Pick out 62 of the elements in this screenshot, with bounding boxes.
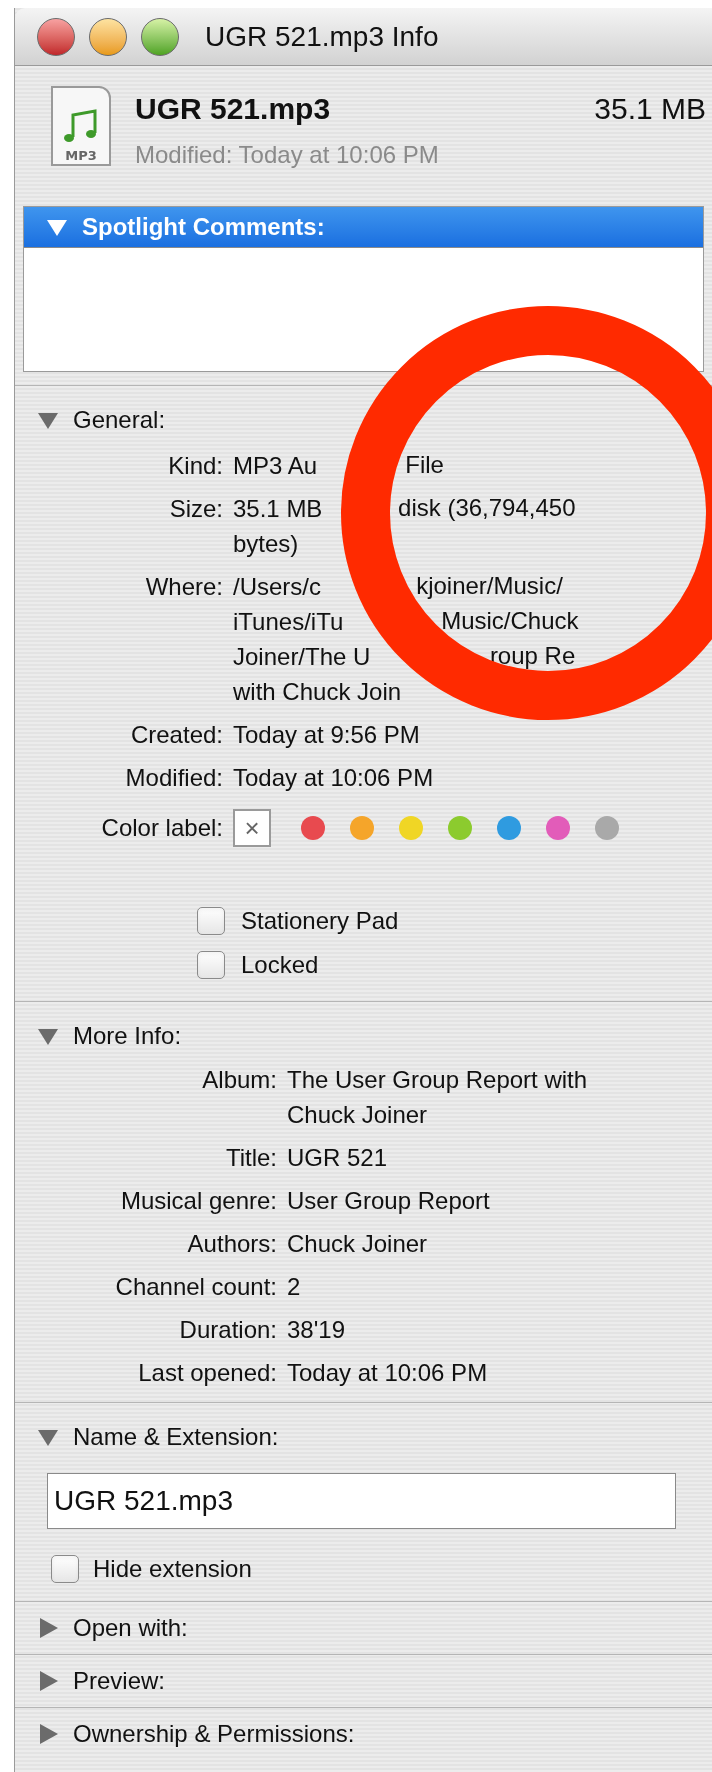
field-label: Kind: <box>167 451 224 481</box>
checkbox[interactable] <box>197 951 225 979</box>
field-label: Musical genre: <box>119 1186 278 1216</box>
checkbox-label[interactable]: Locked <box>241 947 319 983</box>
field-value: The User Group Report with <box>287 1066 588 1093</box>
section-title[interactable]: Open with: <box>73 1610 188 1646</box>
field-value: UGR 521 <box>287 1144 388 1171</box>
field-label: Created: <box>129 720 224 750</box>
disclosure-triangle-icon[interactable] <box>37 1617 59 1639</box>
section-title[interactable]: More Info: <box>73 1018 182 1054</box>
field-value: 35.1 MB <box>233 495 323 522</box>
section-header[interactable]: Spotlight Comments: <box>24 207 703 247</box>
name-field[interactable]: UGR 521.mp3 <box>47 1473 676 1529</box>
field-label: Size: <box>168 494 224 524</box>
field-value: bytes) <box>233 530 299 557</box>
field-value: 38'19 <box>287 1316 345 1343</box>
minimize-button[interactable] <box>89 17 127 56</box>
field-label: Where: <box>144 572 224 602</box>
field-value: kjoiner/Music/ <box>416 573 563 599</box>
field-value: /Users/c <box>233 573 321 600</box>
section-title[interactable]: Name & Extension: <box>73 1419 279 1455</box>
file-name: UGR 521.mp3 <box>135 91 331 127</box>
icon-label: MP3 <box>65 149 97 162</box>
field-value: roup Re <box>489 643 576 669</box>
field-value: MP3 Au <box>233 452 318 479</box>
file-size: 35.1 MB <box>594 91 706 127</box>
field-value: Today at 10:06 PM <box>233 764 434 791</box>
section-title[interactable]: Ownership & Permissions: <box>73 1716 355 1752</box>
disclosure-triangle-icon[interactable] <box>37 1723 59 1745</box>
disclosure-triangle-icon[interactable] <box>37 1670 59 1692</box>
field-value: Joiner/The U <box>233 643 371 670</box>
section-title[interactable]: Preview: <box>73 1663 166 1699</box>
field-value: Today at 9:56 PM <box>233 721 420 748</box>
field-value: Chuck Joiner <box>287 1230 428 1257</box>
section-title[interactable]: General: <box>73 402 166 438</box>
field-label: Title: <box>224 1143 278 1173</box>
field-value: 2 <box>287 1273 301 1300</box>
field-value: Today at 10:06 PM <box>287 1359 488 1386</box>
field-label: Channel count: <box>114 1272 278 1302</box>
zoom-button[interactable] <box>141 17 179 56</box>
checkbox[interactable] <box>197 907 225 935</box>
field-label: Color label: <box>100 813 224 843</box>
checkbox[interactable] <box>51 1555 79 1583</box>
window-title: UGR 521.mp3 Info <box>205 19 439 54</box>
no-label-button[interactable]: × <box>233 809 271 847</box>
field-value: File <box>405 452 444 478</box>
field-label: Modified: <box>124 763 224 793</box>
field-label: Duration: <box>178 1315 278 1345</box>
field-value: Music/Chuck <box>441 608 579 634</box>
field-value: User Group Report <box>287 1187 490 1214</box>
modified-date: Modified: Today at 10:06 PM <box>135 140 440 170</box>
field-label: Album: <box>201 1065 278 1095</box>
field-value: with Chuck Join <box>233 678 402 705</box>
section-title[interactable]: Spotlight Comments: <box>82 209 325 245</box>
field-value: iTunes/iTu <box>233 608 344 635</box>
checkbox-label[interactable]: Hide extension <box>93 1551 252 1587</box>
field-value: disk (36,794,450 <box>398 495 576 521</box>
field-value: Chuck Joiner <box>287 1101 428 1128</box>
field-label: Authors: <box>186 1229 278 1259</box>
field-label: Last opened: <box>137 1358 278 1388</box>
checkbox-label[interactable]: Stationery Pad <box>241 903 399 939</box>
close-button[interactable] <box>37 17 75 56</box>
